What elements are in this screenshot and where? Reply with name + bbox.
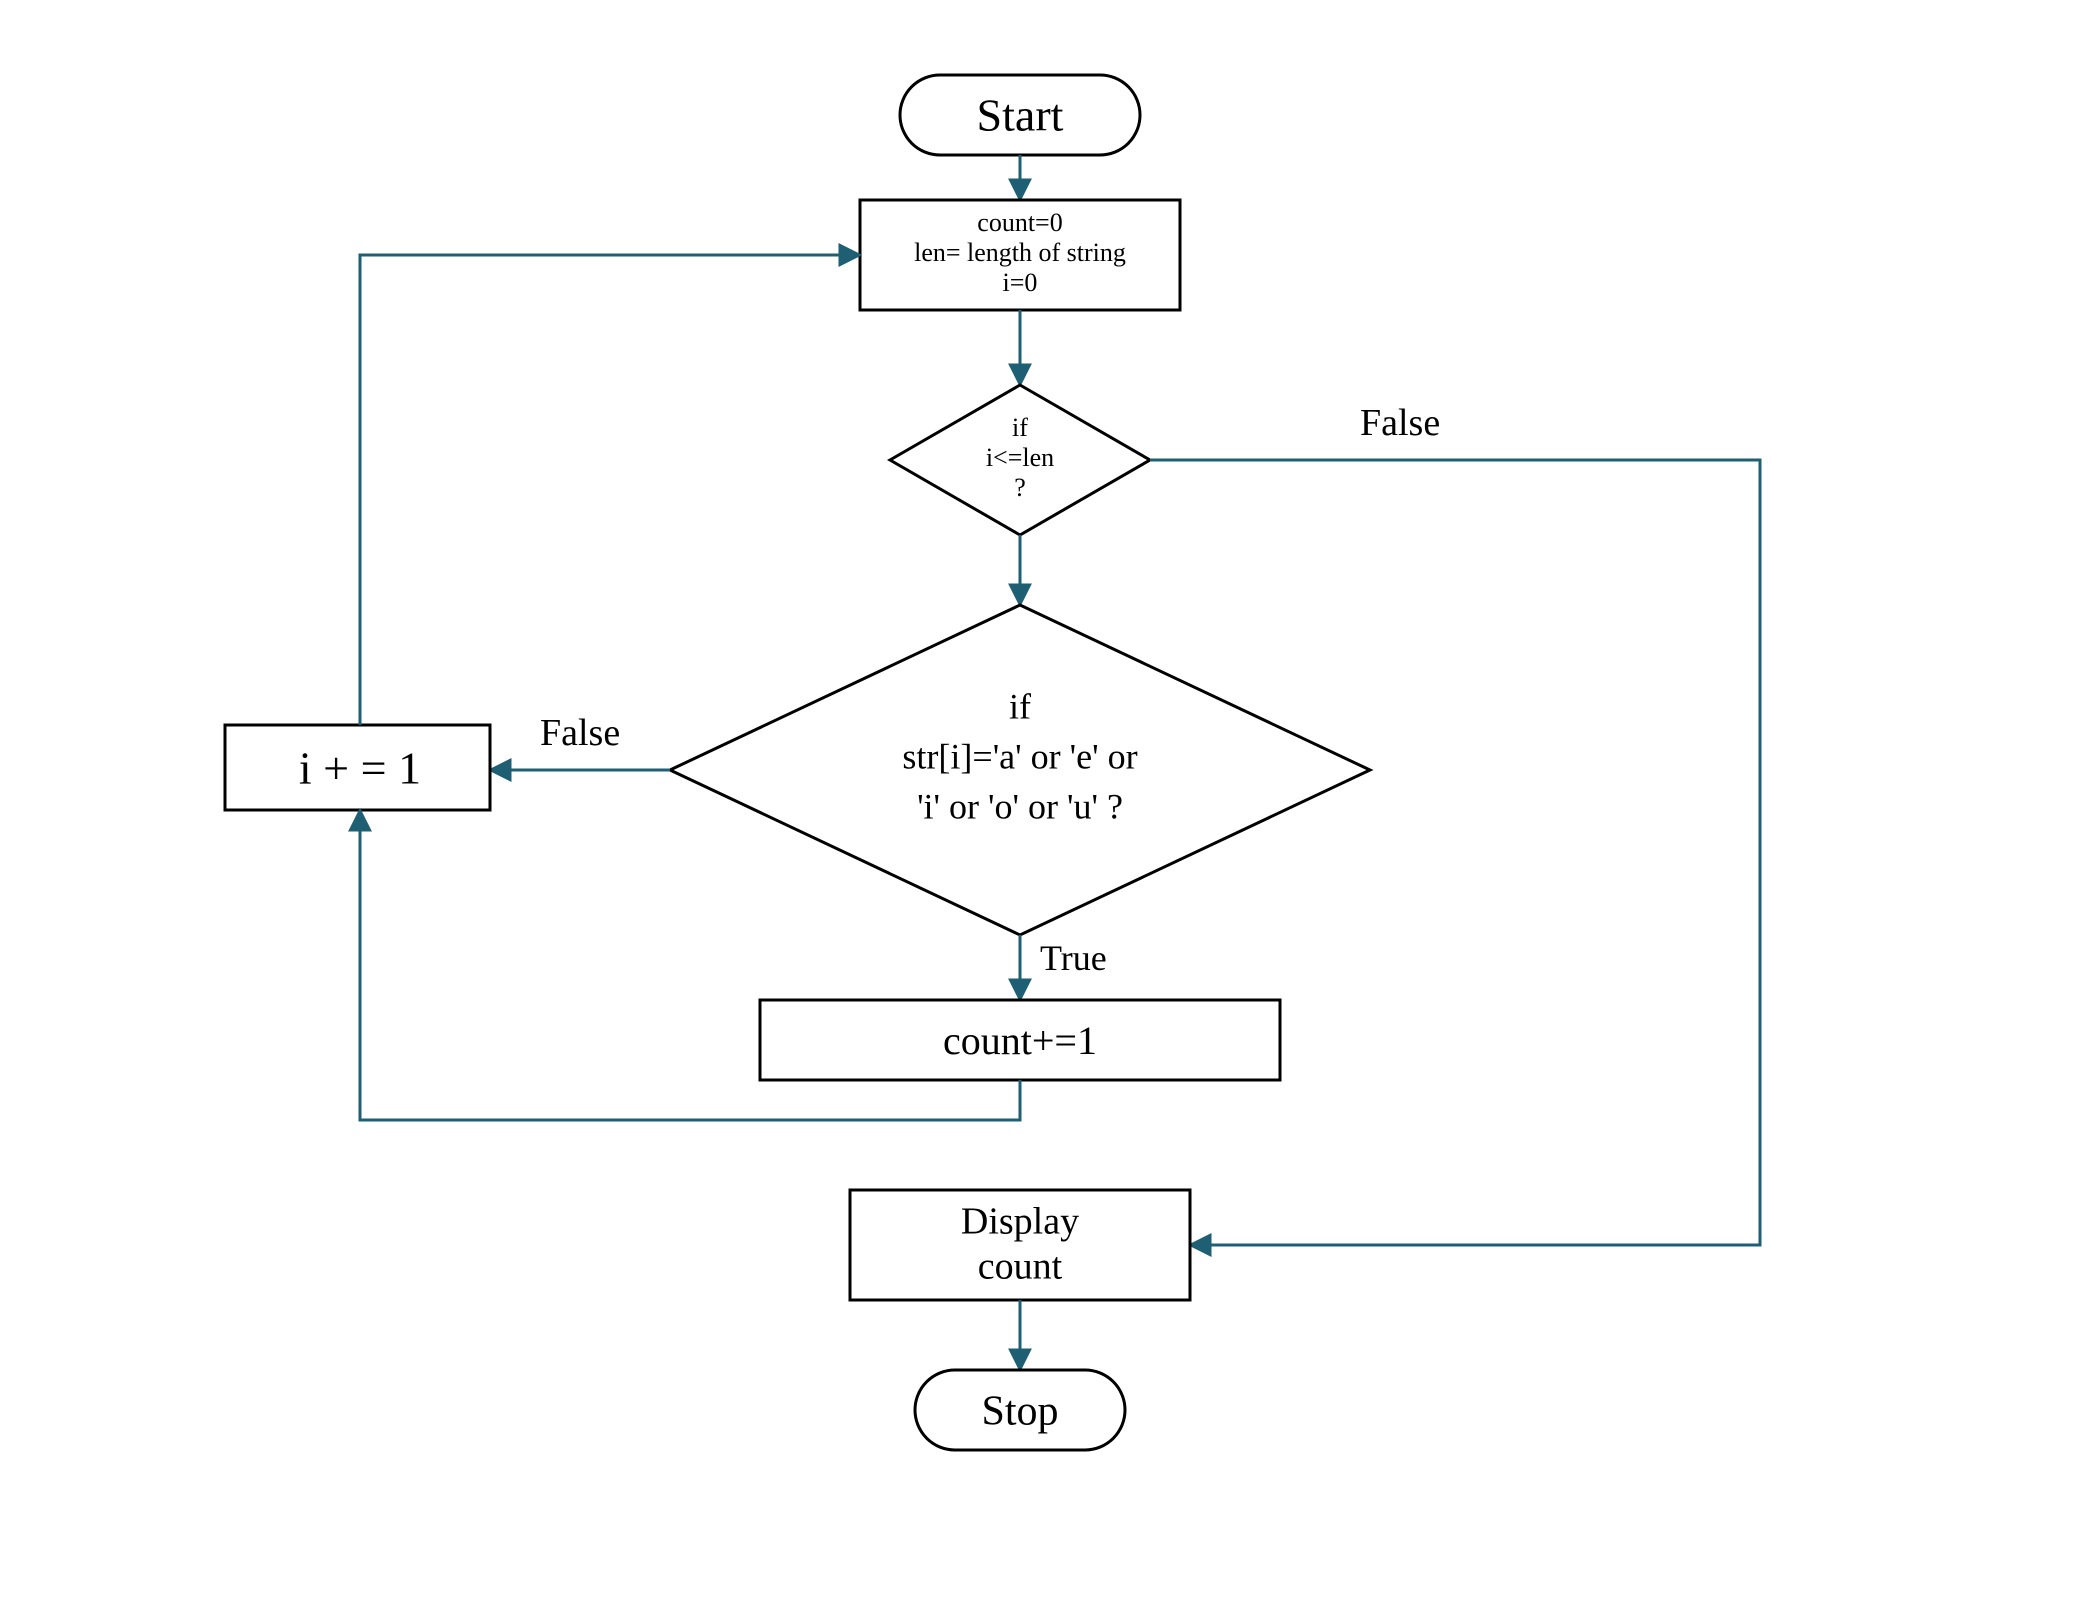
cond2-false-label: False [540,712,620,754]
edge-loop-back [360,255,860,725]
start-node: Start [900,75,1140,155]
start-label: Start [977,90,1064,141]
flowchart-canvas: Start count=0 len= length of string i=0 … [0,0,2088,1600]
cond1-false-label: False [1360,402,1440,444]
increment-count-node: count+=1 [760,1000,1280,1080]
stop-label: Stop [981,1389,1058,1435]
display-line2: count [978,1246,1063,1288]
init-line3: i=0 [1003,268,1038,297]
display-node: Display count [850,1190,1190,1300]
increment-i-node: i + = 1 [225,725,490,810]
stop-node: Stop [915,1370,1125,1450]
cond1-node: if i<=len ? [890,385,1150,535]
cond1-line1: if [1012,413,1028,442]
display-line1: Display [961,1201,1079,1243]
cond2-line3: 'i' or 'o' or 'u' ? [917,786,1123,826]
cond2-true-label: True [1040,938,1107,978]
increment-count-label: count+=1 [943,1018,1097,1063]
cond1-line2: i<=len [986,443,1054,472]
init-node: count=0 len= length of string i=0 [860,200,1180,310]
increment-i-label: i + = 1 [299,743,421,794]
init-line1: count=0 [977,208,1062,237]
init-line2: len= length of string [914,238,1126,267]
edge-cond1-false [1150,460,1760,1245]
cond2-line2: str[i]='a' or 'e' or [902,736,1137,776]
cond2-node: if str[i]='a' or 'e' or 'i' or 'o' or 'u… [670,605,1370,935]
cond2-line1: if [1009,686,1031,726]
cond1-line3: ? [1014,473,1026,502]
